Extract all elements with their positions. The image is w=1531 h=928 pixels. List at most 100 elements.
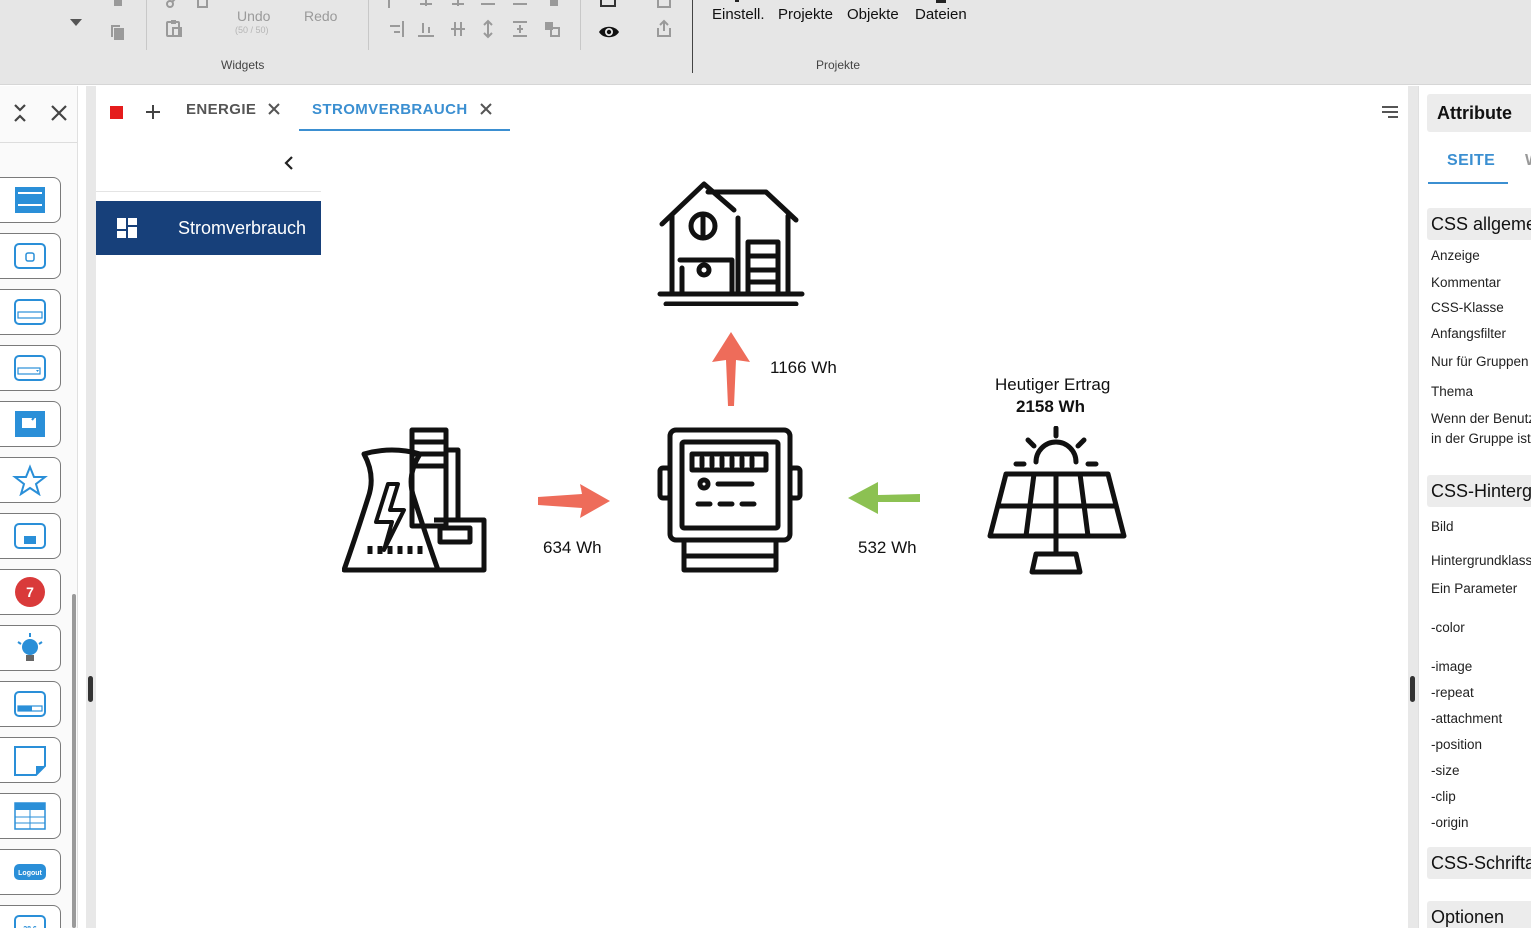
arrow-left-icon xyxy=(848,482,920,514)
widget-select-preview-icon xyxy=(14,355,46,381)
widget-table[interactable] xyxy=(0,793,61,839)
menu-files[interactable]: Dateien xyxy=(915,6,967,23)
widget-value-select-preview-icon xyxy=(14,523,46,549)
widget-slider-preview-icon xyxy=(14,691,46,717)
widget-button-preview-icon xyxy=(14,243,46,269)
widget-logout-label: Logout xyxy=(18,870,42,877)
dropdown-caret-icon[interactable] xyxy=(66,12,86,32)
menu-settings[interactable]: Einstell. xyxy=(712,6,765,23)
export-icon-top[interactable] xyxy=(654,0,674,12)
prop-css-class: CSS-Klasse xyxy=(1431,300,1504,315)
collapse-all-icon[interactable] xyxy=(9,102,31,124)
align-bottom-icon-top[interactable] xyxy=(510,0,530,10)
palette-divider xyxy=(0,142,77,143)
align-left-icon-top[interactable] xyxy=(386,0,406,10)
widgets-group-caption: Widgets xyxy=(221,58,265,72)
prop-bg-color: -color xyxy=(1431,620,1465,635)
prop-if-user: Wenn der Benutzer xyxy=(1431,411,1531,426)
widget-slider[interactable] xyxy=(0,681,61,727)
prop-comment: Kommentar xyxy=(1431,275,1501,290)
vis-editor: Undo (50 / 50) Redo Einstell. Projekte O… xyxy=(0,0,1531,928)
delete-icon[interactable] xyxy=(108,0,128,12)
electricity-meter-icon xyxy=(657,427,803,573)
widget-logout-preview-icon: Logout xyxy=(14,864,46,880)
widget-toggle-text[interactable] xyxy=(0,177,61,223)
palette-scrollbar[interactable] xyxy=(72,594,76,928)
widget-badge-label: 7 xyxy=(26,584,34,600)
left-splitter[interactable] xyxy=(86,86,96,928)
house-icon xyxy=(657,181,805,306)
prop-bg-origin: -origin xyxy=(1431,815,1469,830)
widget-button[interactable] xyxy=(0,233,61,279)
widget-toggle-text-preview-icon xyxy=(15,187,45,213)
power-plant-icon xyxy=(342,427,487,573)
eye-icon[interactable] xyxy=(598,21,620,43)
widget-badge[interactable]: 7 xyxy=(0,569,61,615)
cut-icon[interactable] xyxy=(164,0,184,12)
ungroup-icon[interactable] xyxy=(542,19,562,39)
widget-input[interactable] xyxy=(0,289,61,335)
widget-select[interactable] xyxy=(0,345,61,391)
arrow-up-icon xyxy=(712,332,750,406)
distribute-vertical-icon[interactable] xyxy=(478,19,498,39)
undo-button[interactable]: Undo xyxy=(237,8,270,24)
toolbar-separator xyxy=(692,0,693,73)
share-icon[interactable] xyxy=(654,19,674,39)
attribute-panel: Attribute SEITE W CSS allgemein Anzeige … xyxy=(1418,86,1531,928)
group-icon-top[interactable] xyxy=(542,0,562,10)
prop-only-for-groups: Nur für Gruppen xyxy=(1431,354,1529,369)
widget-message-preview-icon xyxy=(14,746,46,776)
widget-palette: 7 Logout 28.6 xyxy=(0,86,78,928)
prop-bg-image: -image xyxy=(1431,659,1473,674)
section-css-font[interactable]: CSS-Schriftart xyxy=(1427,847,1531,879)
tab-widget[interactable]: W xyxy=(1525,152,1531,170)
align-right-icon[interactable] xyxy=(386,19,406,39)
align-middle-icon-top[interactable] xyxy=(478,0,498,10)
attribute-tab-indicator xyxy=(1428,182,1508,184)
solar-panel-icon xyxy=(987,426,1127,575)
view-canvas: ENERGIE STROMVERBRAUCH Stromverbrauch 11… xyxy=(96,86,1408,928)
arrow-right-icon xyxy=(538,484,610,518)
undo-count: (50 / 50) xyxy=(235,25,269,35)
widget-logout[interactable]: Logout xyxy=(0,849,61,895)
right-splitter[interactable] xyxy=(1408,86,1418,928)
view-frame-icon[interactable] xyxy=(598,0,618,12)
widget-message[interactable] xyxy=(0,737,61,783)
widget-value-select[interactable] xyxy=(0,513,61,559)
energy-flow-diagram: 1166 Wh 634 Wh 532 Wh Heutiger Ertrag 21… xyxy=(96,86,1408,928)
prop-bg-clip: -clip xyxy=(1431,789,1456,804)
align-bottom-icon[interactable] xyxy=(416,19,436,39)
widget-bulb-preview-icon xyxy=(17,633,43,661)
paste-icon[interactable] xyxy=(164,18,184,38)
projects-group-caption: Projekte xyxy=(816,58,861,72)
widget-bulb[interactable] xyxy=(0,625,61,671)
widget-checkbox-preview-icon xyxy=(15,411,45,437)
widget-number[interactable]: 28.6 xyxy=(0,905,61,928)
align-top-icon-top[interactable] xyxy=(416,0,436,10)
grid-value: 634 Wh xyxy=(543,538,602,557)
section-css-background[interactable]: CSS-Hintergrund xyxy=(1427,475,1531,507)
widget-checkbox[interactable] xyxy=(0,401,61,447)
copy-icon[interactable] xyxy=(108,22,128,42)
widget-number-preview-icon: 28.6 xyxy=(14,915,46,928)
prop-image: Bild xyxy=(1431,519,1454,534)
widget-star[interactable] xyxy=(0,457,61,503)
distribute-horizontal-icon[interactable] xyxy=(448,19,468,39)
align-vertical-center-icon[interactable] xyxy=(510,19,530,39)
menu-objects[interactable]: Objekte xyxy=(847,6,899,23)
left-splitter-grip[interactable] xyxy=(88,676,93,702)
toolbar: Undo (50 / 50) Redo Einstell. Projekte O… xyxy=(0,0,1531,85)
prop-one-parameter: Ein Parameter xyxy=(1431,581,1518,596)
copy-icon-top[interactable] xyxy=(194,0,214,12)
section-options[interactable]: Optionen xyxy=(1427,901,1531,928)
align-center-icon-top[interactable] xyxy=(448,0,468,10)
consumption-value: 1166 Wh xyxy=(770,358,837,377)
redo-button[interactable]: Redo xyxy=(304,8,337,24)
menu-projects[interactable]: Projekte xyxy=(778,6,833,23)
right-splitter-grip[interactable] xyxy=(1410,676,1415,702)
section-css-general[interactable]: CSS allgemein xyxy=(1427,208,1531,240)
yield-value: 2158 Wh xyxy=(1016,397,1085,416)
widget-badge-preview-icon: 7 xyxy=(15,577,45,607)
close-icon[interactable] xyxy=(48,102,70,124)
tab-seite[interactable]: SEITE xyxy=(1447,152,1495,170)
